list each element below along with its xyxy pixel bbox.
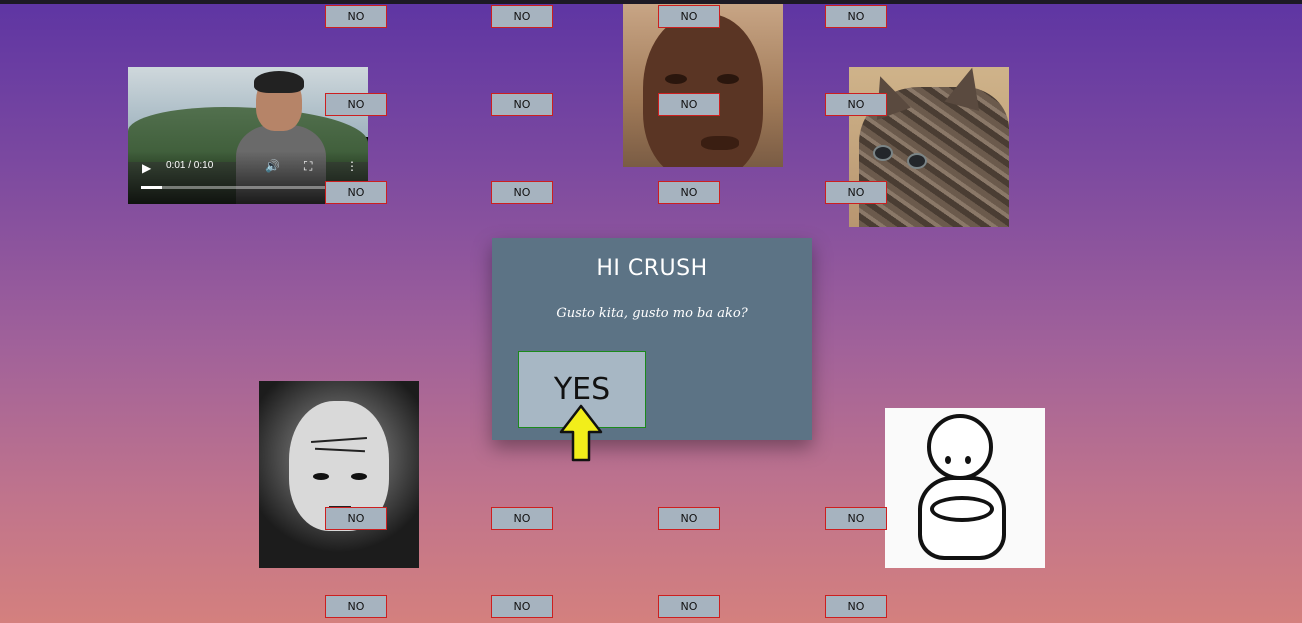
no-button[interactable]: NO [491,181,553,204]
no-button[interactable]: NO [825,5,887,28]
no-button[interactable]: NO [325,181,387,204]
doodle-right-eye [965,456,971,464]
no-button[interactable]: NO [825,595,887,618]
yellow-arrow-cursor-icon [559,404,603,462]
doodle-arms [930,496,994,522]
wojak-right-eye [351,473,367,480]
no-button[interactable]: NO [658,93,720,116]
video-progress-fill [141,186,163,189]
no-button[interactable]: NO [325,5,387,28]
crush-dialog-card: HI CRUSH Gusto kita, gusto mo ba ako? YE… [492,238,812,440]
wojak-brow-line [310,437,368,443]
dialog-question: Gusto kita, gusto mo ba ako? [556,306,748,321]
man-right-eye [717,74,739,84]
no-button[interactable]: NO [658,181,720,204]
no-button[interactable]: NO [325,595,387,618]
no-button[interactable]: NO [825,93,887,116]
wojak-left-eye [313,473,329,480]
doodle-left-eye [945,456,951,464]
fullscreen-icon[interactable]: ⛶ [304,159,312,174]
play-icon[interactable]: ▶ [142,161,151,175]
no-button[interactable]: NO [658,595,720,618]
video-time-display: 0:01 / 0:10 [166,160,214,171]
crying-man-image [623,4,783,167]
doodle-head [927,414,993,480]
more-vert-icon[interactable]: ⋮ [346,159,358,173]
no-button[interactable]: NO [825,181,887,204]
no-button[interactable]: NO [491,5,553,28]
wojak-feels-image [259,381,419,568]
kitten-right-eye [907,153,927,169]
kitten-left-eye [873,145,893,161]
man-mouth [701,136,739,150]
no-button[interactable]: NO [491,595,553,618]
no-button[interactable]: NO [491,93,553,116]
no-button[interactable]: NO [658,5,720,28]
no-button[interactable]: NO [658,507,720,530]
man-face [643,14,763,167]
video-progress-track[interactable] [141,186,355,189]
wojak-brow-line [314,447,366,453]
no-button[interactable]: NO [491,507,553,530]
no-button[interactable]: NO [325,507,387,530]
no-button[interactable]: NO [825,507,887,530]
dialog-title: HI CRUSH [596,256,708,281]
video-frame-person-hair [254,71,304,93]
sad-doodle-image [885,408,1045,568]
man-left-eye [665,74,687,84]
volume-icon[interactable]: 🔊 [265,159,280,173]
no-button[interactable]: NO [325,93,387,116]
